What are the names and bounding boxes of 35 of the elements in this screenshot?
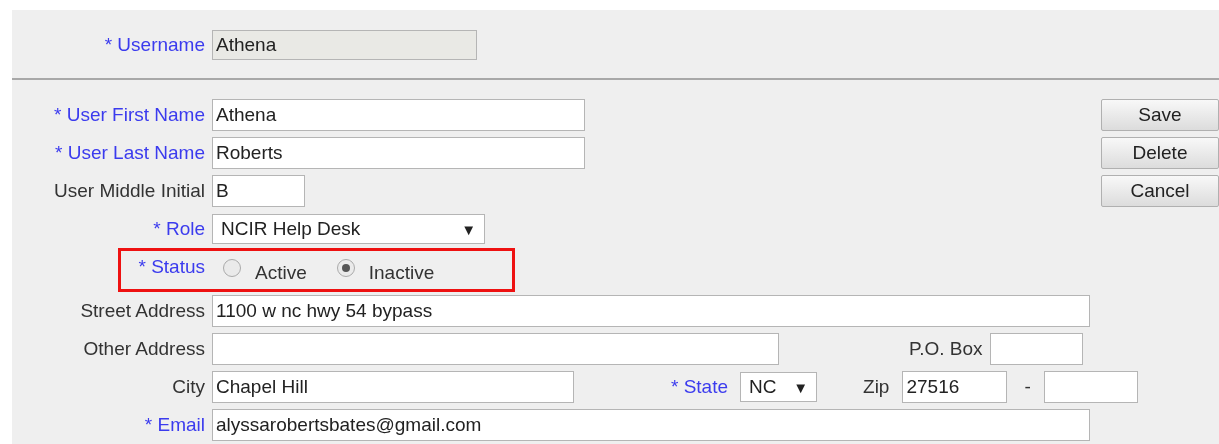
state-dropdown[interactable]: NC ▼ [740, 372, 818, 402]
radio-button[interactable] [223, 259, 241, 277]
text-field[interactable]: 27516 [902, 371, 1008, 403]
option-label: Inactive [368, 262, 435, 284]
text-field[interactable]: Chapel Hill [212, 371, 574, 403]
field-label: Other Address [82, 338, 205, 360]
caret-icon: ▼ [461, 220, 476, 238]
text-field[interactable]: alyssarobertsbates@gmail.com [212, 409, 1090, 441]
field-label: City [171, 376, 205, 398]
text-field[interactable] [1043, 371, 1138, 403]
field-label: * Role [152, 218, 205, 240]
text-field[interactable]: 1100 w nc hwy 54 bypass [212, 295, 1090, 327]
radio-button[interactable] [336, 259, 355, 277]
text-field[interactable]: Athena [212, 99, 585, 131]
field-label: * State [671, 376, 729, 398]
field-label: * Username [103, 34, 205, 56]
field-label: User Middle Initial [53, 180, 205, 202]
caret-icon: ▼ [793, 378, 809, 396]
field-label: * User First Name [53, 104, 205, 126]
field-label: Street Address [79, 300, 205, 322]
role-dropdown[interactable]: NCIR Help Desk ▼ [212, 214, 485, 244]
text-field[interactable] [212, 333, 779, 365]
text-field[interactable] [989, 333, 1083, 365]
field-label: * Email [143, 414, 205, 436]
action-button[interactable]: Delete [1101, 137, 1219, 169]
field-label: Zip [863, 376, 890, 398]
field-label: * User Last Name [54, 142, 205, 164]
action-button[interactable]: Save [1101, 99, 1219, 131]
option-label: Active [255, 262, 307, 284]
text-field[interactable]: Roberts [212, 137, 585, 169]
action-button[interactable]: Cancel [1101, 175, 1219, 207]
field-label: * Status [137, 256, 205, 278]
field-label: P.O. Box [909, 338, 983, 360]
separator-text: - [1024, 376, 1031, 398]
text-field[interactable]: B [212, 175, 305, 207]
